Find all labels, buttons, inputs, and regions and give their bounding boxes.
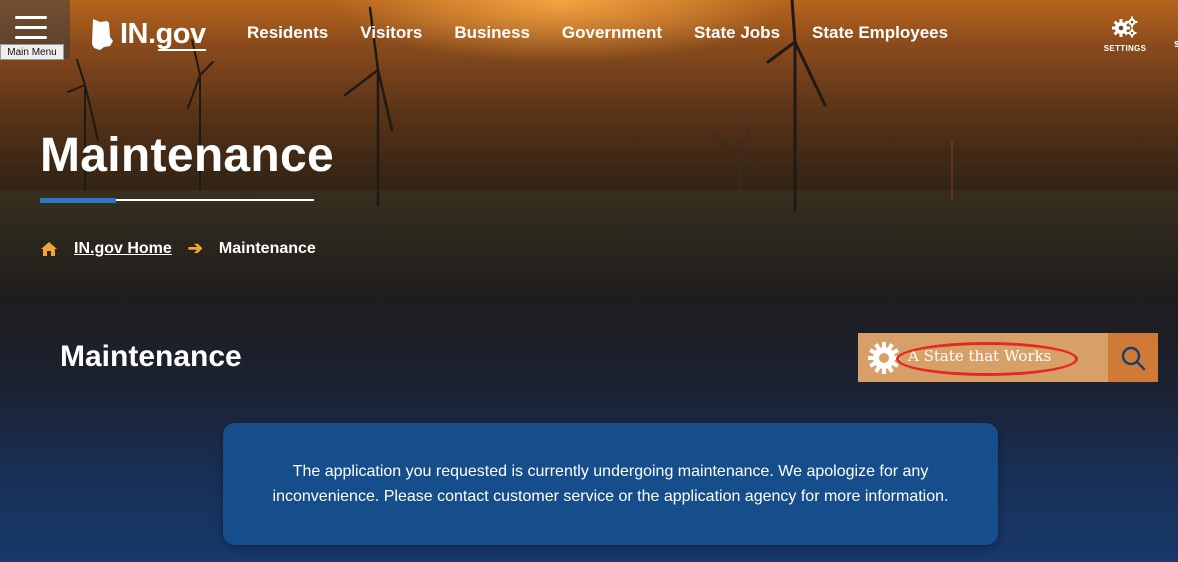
- alert-message: The application you requested is current…: [272, 463, 949, 505]
- search-icon: [1121, 346, 1146, 370]
- nav-state-jobs[interactable]: State Jobs: [694, 22, 780, 44]
- nav-government[interactable]: Government: [562, 22, 662, 44]
- main-nav: Residents Visitors Business Government S…: [247, 22, 980, 44]
- highlight-ellipse: [896, 342, 1078, 376]
- main-menu-tooltip: Main Menu: [0, 44, 64, 60]
- page-title: Maintenance: [40, 129, 335, 182]
- state-that-works-banner: A State that Works: [858, 333, 1158, 382]
- hamburger-icon-bar: [15, 26, 47, 29]
- title-underline-accent: [40, 198, 116, 203]
- truncated-header-item[interactable]: S: [1174, 40, 1178, 49]
- breadcrumb-current: Maintenance: [218, 239, 316, 257]
- search-button[interactable]: [1108, 333, 1158, 382]
- settings-label: SETTINGS: [1103, 44, 1147, 53]
- hamburger-icon-bar: [15, 36, 47, 39]
- ingov-logo[interactable]: IN.gov: [90, 16, 206, 52]
- section-title: Maintenance: [60, 340, 242, 373]
- breadcrumb: IN.gov Home ➔ Maintenance: [40, 238, 316, 259]
- hamburger-icon: [15, 16, 47, 19]
- nav-business[interactable]: Business: [454, 22, 530, 44]
- home-icon: [41, 241, 57, 256]
- gears-icon: [1112, 16, 1138, 38]
- logo-text: IN.gov: [120, 18, 206, 51]
- settings-button[interactable]: SETTINGS: [1102, 16, 1148, 53]
- nav-state-employees[interactable]: State Employees: [812, 22, 948, 44]
- indiana-state-icon: [92, 19, 113, 50]
- maintenance-alert: The application you requested is current…: [223, 423, 998, 545]
- arrow-right-icon: ➔: [187, 238, 203, 258]
- breadcrumb-home-link[interactable]: IN.gov Home: [74, 240, 172, 258]
- nav-residents[interactable]: Residents: [247, 22, 328, 44]
- banner-link[interactable]: A State that Works: [858, 333, 1108, 382]
- nav-visitors[interactable]: Visitors: [360, 22, 422, 44]
